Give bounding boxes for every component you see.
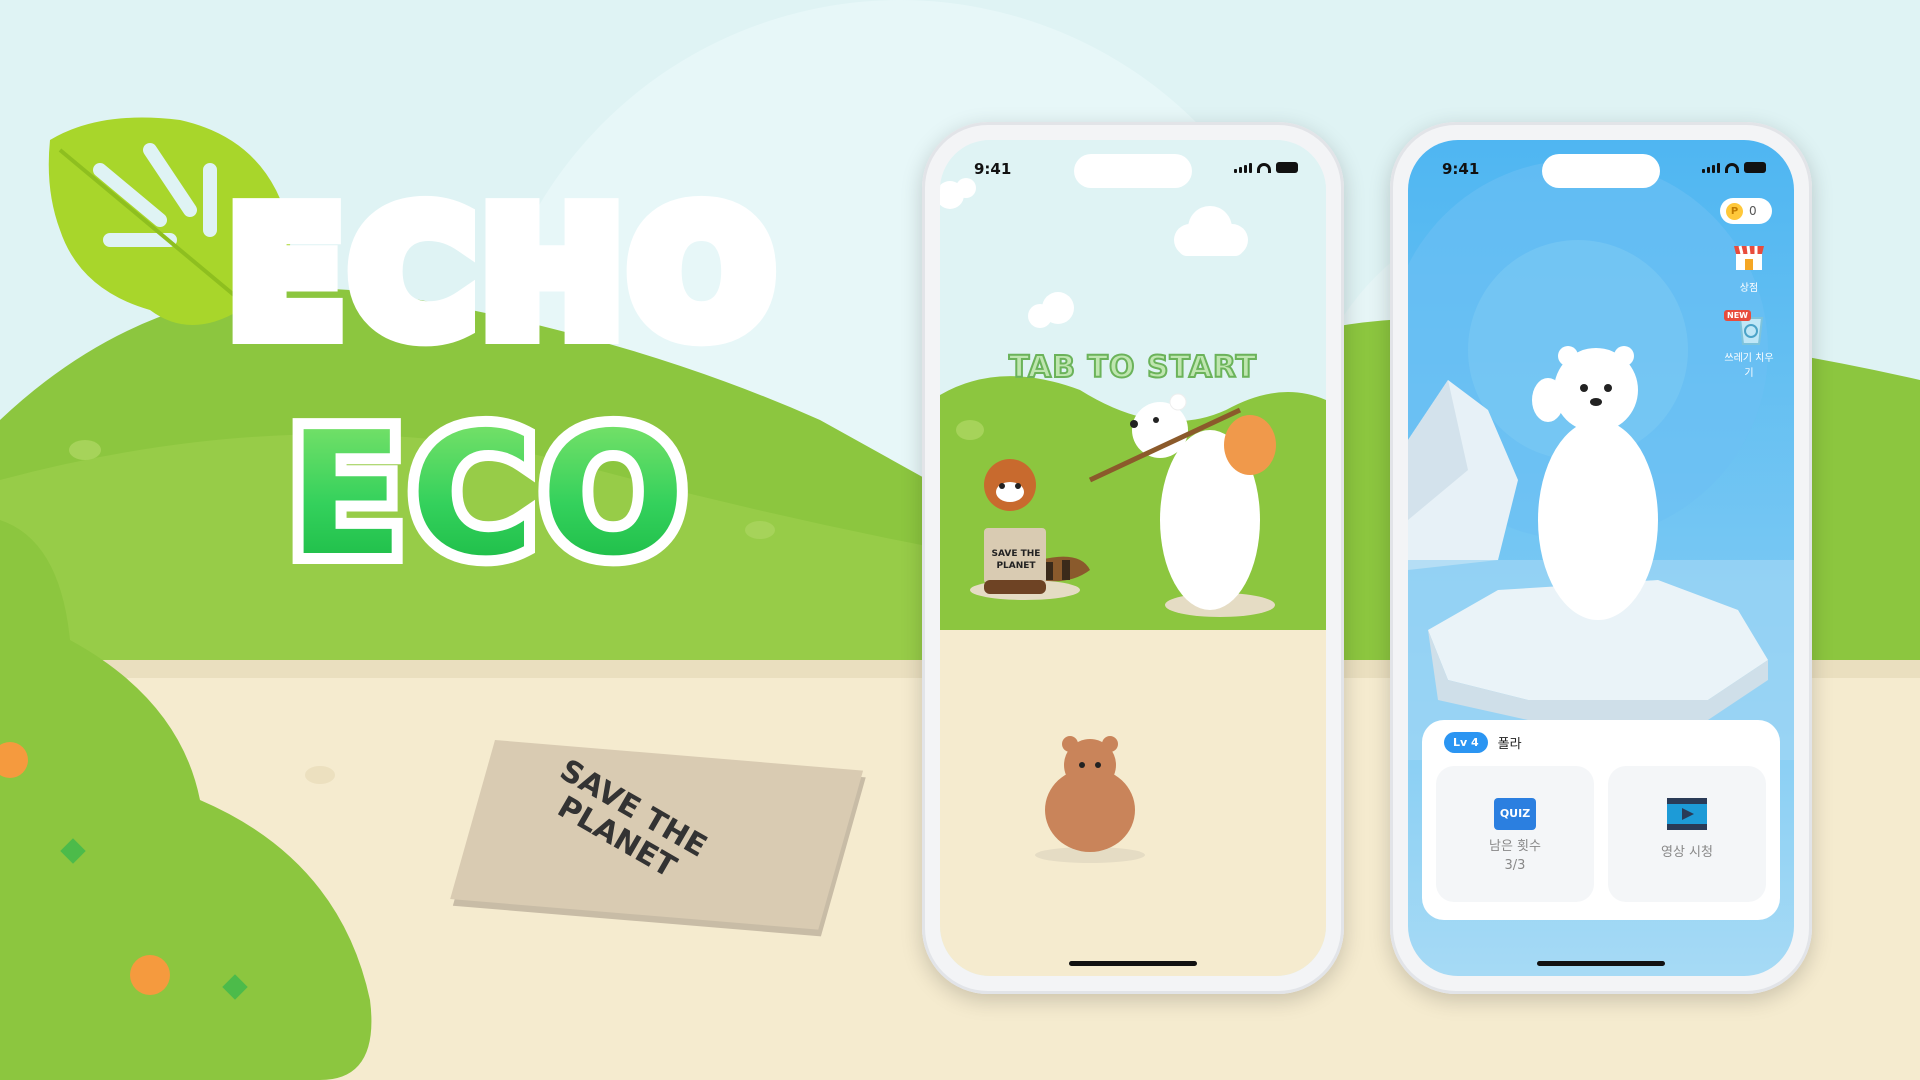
start-screen[interactable]: 9:41 TAB TO START SAVE THE PLANET bbox=[940, 140, 1326, 976]
wifi-icon bbox=[1257, 162, 1271, 173]
status-time: 9:41 bbox=[974, 160, 1012, 178]
home-screen: 9:41 P 0 상점 NEW 쓰레기 치우기 Lv 4 폴라 QUIZ 남은 … bbox=[1408, 140, 1794, 976]
dynamic-island bbox=[1542, 154, 1660, 188]
pet-name: 폴라 bbox=[1497, 737, 1522, 752]
video-label: 영상 시청 bbox=[1661, 845, 1713, 860]
quiz-icon: QUIZ bbox=[1494, 798, 1536, 830]
new-badge: NEW bbox=[1724, 310, 1751, 321]
signal-icon bbox=[1234, 162, 1252, 173]
battery-icon bbox=[1276, 162, 1298, 173]
quiz-remaining-label: 남은 횟수 bbox=[1489, 839, 1541, 854]
status-time: 9:41 bbox=[1442, 160, 1480, 178]
home-indicator[interactable] bbox=[1537, 961, 1665, 966]
coin-value: 0 bbox=[1749, 204, 1757, 218]
cleanup-button[interactable]: NEW 쓰레기 치우기 bbox=[1720, 310, 1778, 379]
shop-icon bbox=[1734, 245, 1764, 270]
video-icon bbox=[1667, 798, 1707, 830]
cleanup-label: 쓰레기 치우기 bbox=[1724, 353, 1774, 379]
tap-to-start-prompt[interactable]: TAB TO START bbox=[940, 349, 1326, 386]
shop-label: 상점 bbox=[1739, 283, 1759, 294]
battery-icon bbox=[1744, 162, 1766, 173]
level-badge: Lv 4 bbox=[1444, 732, 1488, 753]
quiz-card[interactable]: QUIZ 남은 횟수 3/3 bbox=[1436, 766, 1594, 902]
home-indicator[interactable] bbox=[1069, 961, 1197, 966]
phone-start-screen: 9:41 TAB TO START SAVE THE PLANET bbox=[922, 122, 1344, 994]
pet-panel: Lv 4 폴라 QUIZ 남은 횟수 3/3 영상 시청 bbox=[1422, 720, 1780, 920]
quiz-remaining-count: 3/3 bbox=[1504, 857, 1526, 873]
coin-icon: P bbox=[1726, 202, 1743, 220]
pet-info: Lv 4 폴라 bbox=[1444, 732, 1522, 753]
wifi-icon bbox=[1725, 162, 1739, 173]
video-card[interactable]: 영상 시청 bbox=[1608, 766, 1766, 902]
signal-icon bbox=[1702, 162, 1720, 173]
app-title-line1: ECHO bbox=[228, 176, 780, 374]
shop-button[interactable]: 상점 bbox=[1720, 242, 1778, 294]
dynamic-island bbox=[1074, 154, 1192, 188]
phone-home-screen: 9:41 P 0 상점 NEW 쓰레기 치우기 Lv 4 폴라 QUIZ 남은 … bbox=[1390, 122, 1812, 994]
ground-sign: SAVE THE PLANET bbox=[450, 740, 864, 930]
status-icons bbox=[1702, 162, 1766, 173]
status-icons bbox=[1234, 162, 1298, 173]
panda-sign-text: SAVE THE PLANET bbox=[991, 549, 1041, 572]
app-title-line2: ECO bbox=[288, 396, 692, 594]
coin-balance[interactable]: P 0 bbox=[1720, 198, 1772, 224]
